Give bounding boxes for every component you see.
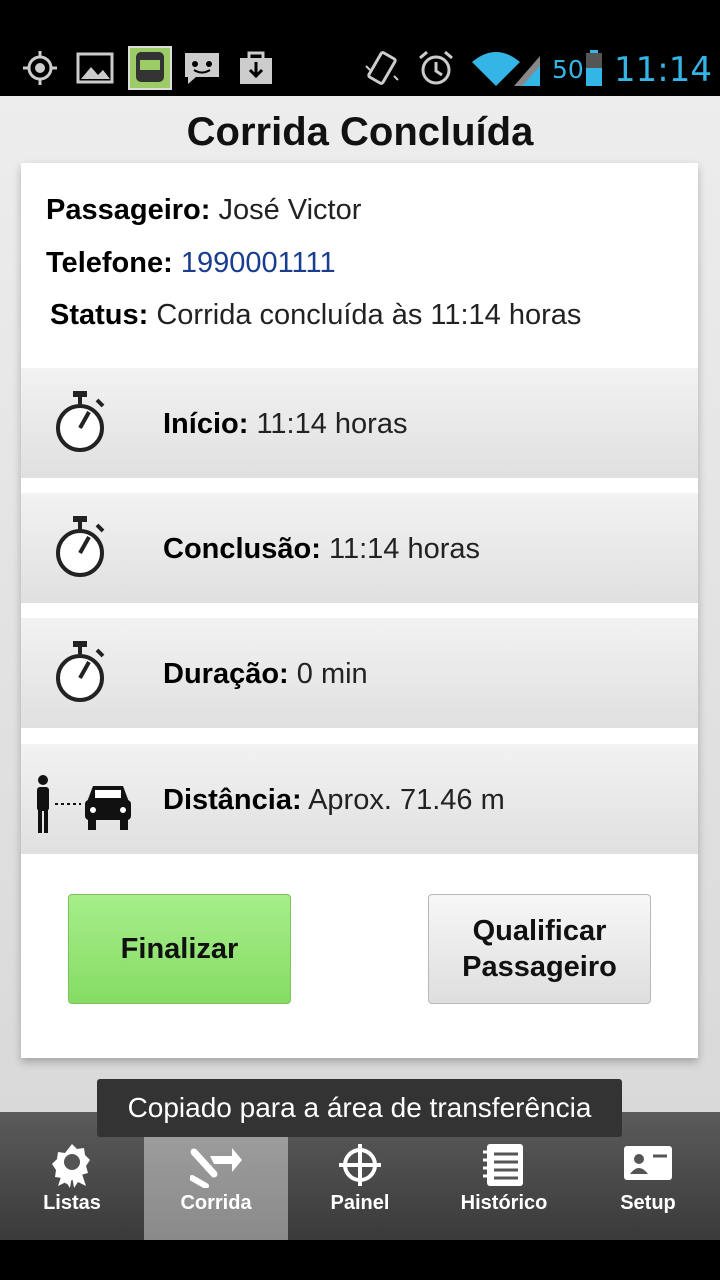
crosshair-icon [339,1144,381,1186]
passenger-line: Passageiro: José Victor [46,194,361,227]
wifi-signal-icon [472,52,540,86]
notebook-icon [483,1144,523,1186]
passenger-name: José Victor [218,194,362,226]
distance-row: Distância: Aprox. 71.46 m [21,744,698,854]
status-line: Status: Corrida concluída às 11:14 horas [50,299,581,332]
status-value: Corrida concluída às 11:14 horas [156,299,582,331]
hand-arrow-icon [190,1148,242,1188]
tab-label-painel: Painel [330,1192,390,1214]
page-title: Corrida Concluída [186,110,534,154]
image-icon [76,52,114,84]
taxi-app-icon [128,46,172,90]
stopwatch-icon [56,516,105,577]
rate-passenger-label-line1: Qualificar [472,915,607,947]
tab-label-historico: Histórico [460,1192,548,1214]
alarm-icon [419,50,453,85]
rate-passenger-button[interactable]: Qualificar Passageiro [428,894,651,1004]
stopwatch-icon [56,391,105,452]
tab-label-setup: Setup [620,1192,676,1214]
chat-icon [185,53,219,84]
start-time-value: 11:14 horas [256,408,408,440]
finalize-button[interactable]: Finalizar [68,894,291,1004]
stopwatch-icon [56,641,105,702]
duration-row: Duração: 0 min [21,618,698,728]
tab-label-corrida: Corrida [180,1192,252,1214]
gps-icon [23,51,57,85]
vibrate-icon [365,51,399,85]
phone-line: Telefone: 1990001111 [46,247,336,280]
status-bar: 50 11:14 [0,0,720,96]
duration-label: Duração: [163,658,289,690]
end-time-row: Conclusão: 11:14 horas [21,493,698,603]
battery-level: 50 [552,55,584,84]
duration-text: Duração: 0 min [163,658,368,691]
distance-label: Distância: [163,784,302,816]
distance-value: Aprox. 71.46 m [308,784,505,816]
start-time-row: Início: 11:14 horas [21,368,698,478]
toast-message: Copiado para a área de transferência [97,1079,622,1137]
status-label: Status: [50,299,149,331]
distance-text: Distância: Aprox. 71.46 m [163,784,505,817]
rate-passenger-label-line2: Passageiro [462,951,617,983]
badge-icon [52,1144,90,1188]
end-time-label: Conclusão: [163,533,321,565]
battery-icon [586,50,602,86]
download-bag-icon [240,51,272,84]
start-time-text: Início: 11:14 horas [163,408,407,441]
clock: 11:14 [614,50,712,90]
person-to-car-icon [37,775,131,833]
end-time-value: 11:14 horas [328,533,480,565]
system-nav-bar [0,1240,720,1280]
duration-value: 0 min [296,658,368,690]
end-time-text: Conclusão: 11:14 horas [163,533,480,566]
contact-card-icon [624,1146,672,1180]
tab-label-listas: Listas [43,1192,101,1214]
start-time-label: Início: [163,408,249,440]
phone-label: Telefone: [46,247,173,279]
phone-link[interactable]: 1990001111 [181,247,336,279]
passenger-label: Passageiro: [46,194,211,226]
